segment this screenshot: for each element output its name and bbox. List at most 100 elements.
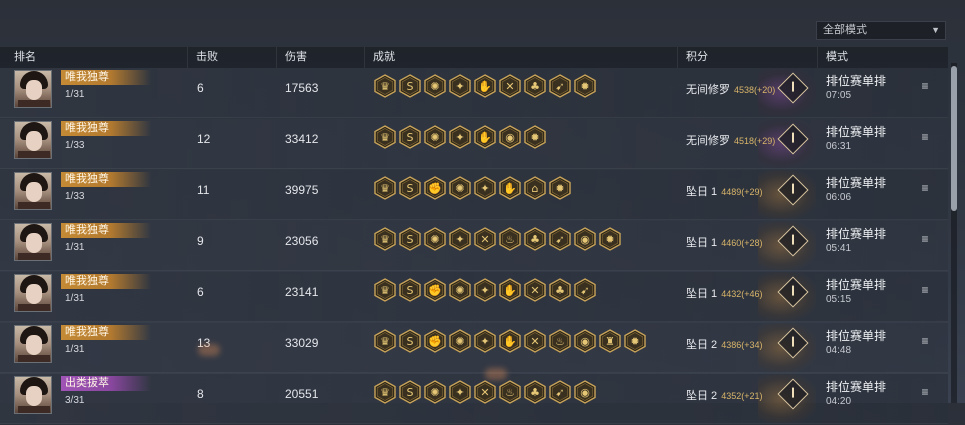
mode-filter-dropdown[interactable]: 全部模式 ▼ xyxy=(816,21,946,40)
match-time: 04:48 xyxy=(826,345,852,356)
sp-icon: ✦ xyxy=(474,176,496,200)
list-menu-icon: ≡ xyxy=(921,334,929,348)
hand-icon: ✋ xyxy=(474,125,496,149)
avatar xyxy=(14,274,52,312)
fist-icon: ✊ xyxy=(424,329,446,353)
match-time: 06:06 xyxy=(826,192,852,203)
coin-icon: ◉ xyxy=(574,227,596,251)
s-icon: S xyxy=(399,125,421,149)
table-row[interactable]: 唯我独尊 1/31 9 23056 ♛ S ✺ ✦ ✕ ♨ ♣ ➹ ◉ ✹ 坠日… xyxy=(0,221,948,271)
score-cell: 坠日 1 4489(+29) xyxy=(686,183,762,199)
swirl-icon: ✺ xyxy=(449,329,471,353)
tower-icon: ♜ xyxy=(599,329,621,353)
table-row[interactable]: 唯我独尊 1/33 12 33412 ♛ S ✺ ✦ ✋ ◉ ✹ 无间修罗 45… xyxy=(0,119,948,169)
damage-value: 33029 xyxy=(285,336,319,350)
score-points: 4386(+34) xyxy=(721,340,763,350)
details-button[interactable]: ≡ xyxy=(918,130,932,144)
mode-label: 排位赛单排 xyxy=(826,329,887,343)
swirl-icon: ✺ xyxy=(449,176,471,200)
rank-position: 1/31 xyxy=(65,242,85,253)
header-rank: 排名 xyxy=(14,51,36,63)
header-damage: 伤害 xyxy=(276,47,364,68)
table-row[interactable]: 出类拔萃 3/31 8 20551 ♛ S ✺ ✦ ✕ ♨ ♣ ➹ ◉ 坠日 2… xyxy=(0,374,948,424)
table-row[interactable]: 唯我独尊 1/31 6 17563 ♛ S ✺ ✦ ✋ ✕ ♣ ➹ ✹ 无间修罗… xyxy=(0,68,948,118)
kills-value: 8 xyxy=(197,387,204,401)
crown-icon: ♛ xyxy=(374,125,396,149)
title-badge: 唯我独尊 xyxy=(61,70,151,85)
score-cell: 坠日 2 4352(+21) xyxy=(686,387,762,403)
table-row[interactable]: 唯我独尊 1/31 13 33029 ♛ S ✊ ✺ ✦ ✋ ✕ ♨ ◉ ♜ ✹… xyxy=(0,323,948,373)
details-button[interactable]: ≡ xyxy=(918,181,932,195)
scroll-thumb[interactable] xyxy=(951,66,957,211)
list-menu-icon: ≡ xyxy=(921,385,929,399)
rank-position: 1/31 xyxy=(65,344,85,355)
details-button[interactable]: ≡ xyxy=(918,232,932,246)
table-row[interactable]: 唯我独尊 1/31 6 23141 ♛ S ✊ ✺ ✦ ✋ ✕ ♣ ➹ 坠日 1… xyxy=(0,272,948,322)
s-icon: S xyxy=(399,329,421,353)
title-badge: 出类拔萃 xyxy=(61,376,151,391)
s-icon: S xyxy=(399,227,421,251)
kills-value: 11 xyxy=(197,183,210,197)
boot-icon: ➹ xyxy=(549,380,571,404)
table-row[interactable]: 唯我独尊 1/33 11 39975 ♛ S ✊ ✺ ✦ ✋ ⌂ ✹ 坠日 1 … xyxy=(0,170,948,220)
avatar xyxy=(14,70,52,108)
match-time: 05:15 xyxy=(826,294,852,305)
clover-icon: ♣ xyxy=(524,227,546,251)
tier-name: 坠日 1 xyxy=(686,186,718,198)
swirl-icon: ✺ xyxy=(424,125,446,149)
mode-label: 排位赛单排 xyxy=(826,380,887,394)
details-button[interactable]: ≡ xyxy=(918,385,932,399)
crossed-swords-icon: ✕ xyxy=(524,329,546,353)
mode-label: 排位赛单排 xyxy=(826,74,887,88)
gear-icon: ✹ xyxy=(624,329,646,353)
hand-icon: ✋ xyxy=(499,176,521,200)
details-button[interactable]: ≡ xyxy=(918,334,932,348)
details-button[interactable]: ≡ xyxy=(918,283,932,297)
scrollbar[interactable] xyxy=(951,63,957,403)
boot-icon: ➹ xyxy=(549,74,571,98)
list-menu-icon: ≡ xyxy=(921,130,929,144)
gear-icon: ✹ xyxy=(524,125,546,149)
rank-position: 1/33 xyxy=(65,140,85,151)
details-button[interactable]: ≡ xyxy=(918,79,932,93)
damage-value: 20551 xyxy=(285,387,319,401)
match-time: 06:31 xyxy=(826,141,852,152)
achievement-list: ♛ S ✊ ✺ xyxy=(374,176,571,202)
tier-name: 坠日 2 xyxy=(686,390,718,402)
crown-icon: ♛ xyxy=(374,380,396,404)
mode-label: 排位赛单排 xyxy=(826,278,887,292)
avatar xyxy=(14,172,52,210)
crossed-swords-icon: ✕ xyxy=(474,380,496,404)
avatar xyxy=(14,376,52,414)
crown-icon: ♛ xyxy=(374,176,396,200)
damage-value: 39975 xyxy=(285,183,319,197)
boot-icon: ➹ xyxy=(549,227,571,251)
achievement-list: ♛ S ✺ ✦ xyxy=(374,125,546,151)
gear-icon: ✹ xyxy=(574,74,596,98)
s-icon: S xyxy=(399,380,421,404)
kills-value: 12 xyxy=(197,132,211,146)
achievement-list: ♛ S ✺ ✦ xyxy=(374,74,596,100)
table-header: 排名 击败 伤害 成就 积分 模式 xyxy=(0,47,948,69)
mode-label: 排位赛单排 xyxy=(826,227,887,241)
sp-icon: ✦ xyxy=(449,74,471,98)
mode-label: 排位赛单排 xyxy=(826,125,887,139)
gear-icon: ✹ xyxy=(549,176,571,200)
s-icon: S xyxy=(399,176,421,200)
achievement-list: ♛ S ✺ ✦ xyxy=(374,380,596,406)
damage-value: 17563 xyxy=(285,81,319,95)
boot-icon: ➹ xyxy=(574,278,596,302)
s-icon: S xyxy=(399,278,421,302)
score-points: 4432(+46) xyxy=(721,289,763,299)
fire-icon: ♨ xyxy=(549,329,571,353)
list-menu-icon: ≡ xyxy=(921,181,929,195)
sp-icon: ✦ xyxy=(474,278,496,302)
rank-position: 3/31 xyxy=(65,395,85,406)
header-achievements: 成就 xyxy=(364,47,677,68)
header-kills: 击败 xyxy=(187,47,276,68)
crown-icon: ♛ xyxy=(374,278,396,302)
crossed-swords-icon: ✕ xyxy=(474,227,496,251)
score-cell: 坠日 1 4432(+46) xyxy=(686,285,762,301)
rank-position: 1/31 xyxy=(65,89,85,100)
header-mode: 模式 xyxy=(817,47,948,68)
